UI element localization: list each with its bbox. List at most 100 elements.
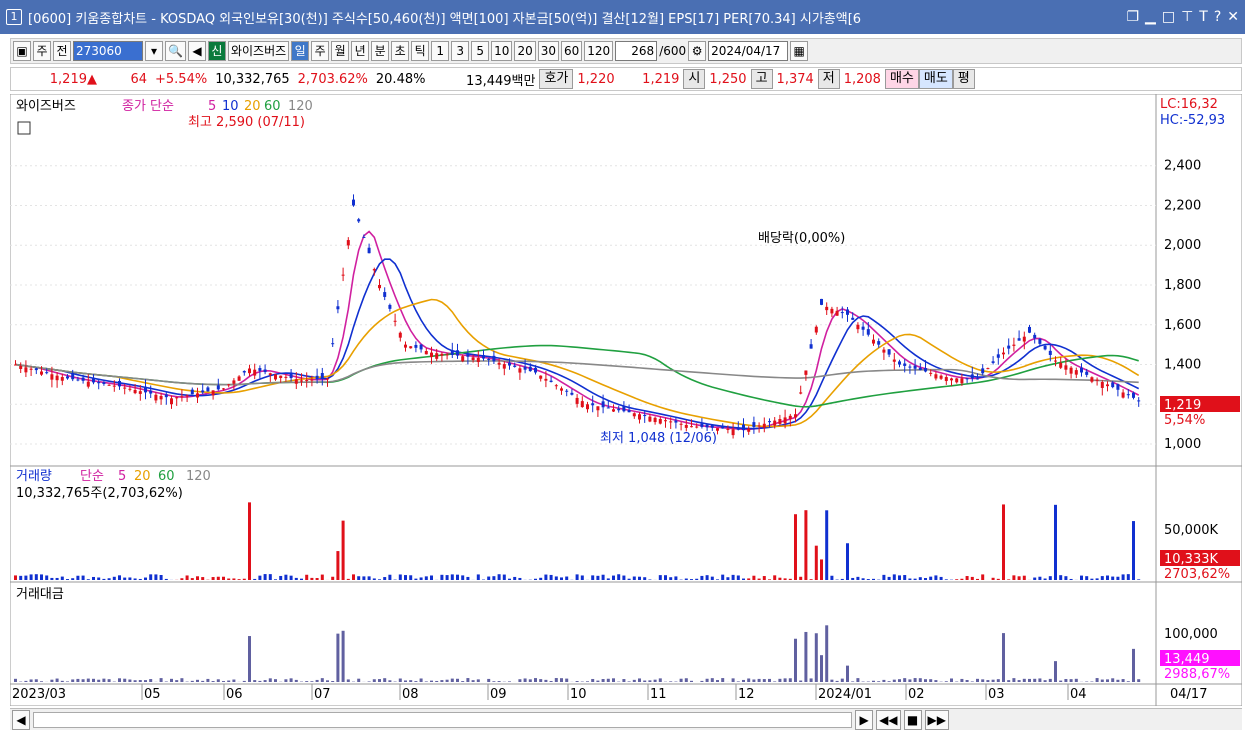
count-input[interactable]: 268 bbox=[615, 41, 658, 61]
volume-bar bbox=[778, 577, 782, 580]
amount-bar bbox=[934, 680, 938, 682]
help-icon[interactable]: ? bbox=[1214, 9, 1221, 25]
tab-day[interactable]: 일 bbox=[291, 41, 310, 61]
scroll-bar[interactable]: ◀ ▶ ◀◀ ■ ▶▶ bbox=[10, 708, 1242, 730]
tick-60[interactable]: 60 bbox=[561, 41, 583, 61]
rewind-icon[interactable]: ◀◀ bbox=[876, 709, 901, 730]
candle bbox=[835, 310, 839, 316]
volume-bar bbox=[357, 576, 361, 580]
volume-bar bbox=[721, 574, 725, 580]
candle bbox=[809, 344, 813, 349]
candle bbox=[960, 378, 964, 384]
date-input[interactable]: 2024/04/17 bbox=[708, 41, 789, 61]
candle bbox=[45, 372, 49, 374]
volume-bar bbox=[924, 578, 927, 580]
stop-icon[interactable]: ■ bbox=[903, 709, 922, 730]
amount-bar bbox=[92, 678, 95, 682]
volume-bar bbox=[996, 578, 1000, 580]
tab-week[interactable]: 주 bbox=[311, 41, 330, 61]
candle bbox=[575, 397, 579, 404]
candle bbox=[201, 390, 205, 393]
amount-bar bbox=[180, 678, 184, 682]
amount-bar bbox=[128, 679, 132, 682]
amount-bar bbox=[315, 679, 319, 682]
sell-button[interactable]: 매도 bbox=[918, 69, 953, 89]
candle bbox=[1121, 392, 1125, 398]
avg-button[interactable]: 평 bbox=[952, 69, 975, 89]
tab-year[interactable]: 년 bbox=[351, 41, 370, 61]
layout-icon[interactable]: ▣ bbox=[13, 41, 31, 61]
settings-icon[interactable]: ⚙ bbox=[688, 41, 707, 61]
candle bbox=[1116, 384, 1120, 390]
amount-bar bbox=[263, 680, 267, 682]
candle bbox=[700, 423, 704, 427]
tick-3[interactable]: 3 bbox=[451, 41, 470, 61]
prev-button[interactable]: 전 bbox=[53, 41, 71, 61]
tick-1[interactable]: 1 bbox=[431, 41, 450, 61]
tick-120[interactable]: 120 bbox=[584, 41, 614, 61]
tab-tick[interactable]: 틱 bbox=[411, 41, 430, 61]
calendar-icon[interactable]: ▦ bbox=[790, 41, 809, 61]
candle bbox=[206, 387, 210, 392]
candle bbox=[918, 367, 922, 371]
amount-bar bbox=[1007, 680, 1011, 682]
maximize-icon[interactable]: □ bbox=[1162, 9, 1175, 25]
candle bbox=[497, 362, 501, 365]
tab-second[interactable]: 초 bbox=[391, 41, 410, 61]
code-input[interactable]: 273060 bbox=[73, 41, 143, 61]
tick-20[interactable]: 20 bbox=[514, 41, 536, 61]
volume-bar bbox=[232, 578, 236, 580]
candle bbox=[55, 375, 59, 381]
amount-bar bbox=[50, 679, 54, 682]
candle bbox=[1111, 382, 1115, 388]
volume-bar bbox=[591, 575, 595, 580]
candle bbox=[1085, 371, 1089, 375]
volume-bar bbox=[1126, 574, 1130, 580]
forward-icon[interactable]: ▶▶ bbox=[924, 709, 949, 730]
amount-bar bbox=[1064, 679, 1068, 682]
candle bbox=[268, 373, 272, 375]
volume-bar bbox=[71, 578, 75, 580]
tab-month[interactable]: 월 bbox=[331, 41, 350, 61]
minimize-icon[interactable]: ▁ bbox=[1145, 9, 1156, 25]
period-select[interactable]: 주 bbox=[33, 41, 51, 61]
candle bbox=[232, 380, 236, 384]
candle bbox=[981, 368, 985, 374]
volume-bar bbox=[1116, 576, 1120, 580]
buy-button[interactable]: 매수 bbox=[884, 69, 919, 89]
amount-bar bbox=[575, 681, 579, 682]
candle bbox=[908, 366, 912, 368]
volume-bar bbox=[331, 576, 335, 580]
pin-icon[interactable]: ⊤ bbox=[1181, 9, 1193, 25]
amount-bar bbox=[825, 625, 829, 682]
xtick-label: 08 bbox=[402, 687, 419, 702]
amount-bar bbox=[950, 678, 953, 682]
restore-icon[interactable]: ❐ bbox=[1126, 9, 1139, 25]
volume-bar bbox=[612, 575, 615, 580]
scroll-left-icon[interactable]: ◀ bbox=[12, 709, 30, 730]
tab-minute[interactable]: 분 bbox=[371, 41, 390, 61]
volume-bar bbox=[929, 576, 933, 580]
dropdown-icon[interactable]: ▾ bbox=[145, 41, 163, 61]
tick-10[interactable]: 10 bbox=[491, 41, 513, 61]
amount-bar bbox=[684, 678, 688, 682]
volume-bar bbox=[643, 577, 647, 580]
tick-30[interactable]: 30 bbox=[537, 41, 559, 61]
xtick-label: 05 bbox=[144, 687, 161, 702]
play-icon[interactable]: ▶ bbox=[855, 709, 874, 730]
volume-bar bbox=[887, 576, 891, 580]
amount-bar bbox=[216, 679, 220, 682]
volume-bar bbox=[892, 574, 896, 580]
stock-chart[interactable]: 와이즈버즈 종가 단순 5 10 20 60 120 LC:16,32 HC:-… bbox=[10, 94, 1242, 706]
candle bbox=[274, 374, 277, 380]
candle bbox=[991, 361, 995, 363]
volume-bar bbox=[144, 577, 147, 580]
font-icon[interactable]: T bbox=[1199, 9, 1208, 25]
close-icon[interactable]: ✕ bbox=[1227, 9, 1239, 25]
volume-bar bbox=[856, 576, 860, 580]
search-icon[interactable]: 🔍 bbox=[165, 41, 186, 61]
speaker-icon[interactable]: ◀ bbox=[187, 41, 206, 61]
volume-bar bbox=[549, 574, 553, 580]
volume-bar bbox=[705, 575, 709, 580]
tick-5[interactable]: 5 bbox=[471, 41, 490, 61]
